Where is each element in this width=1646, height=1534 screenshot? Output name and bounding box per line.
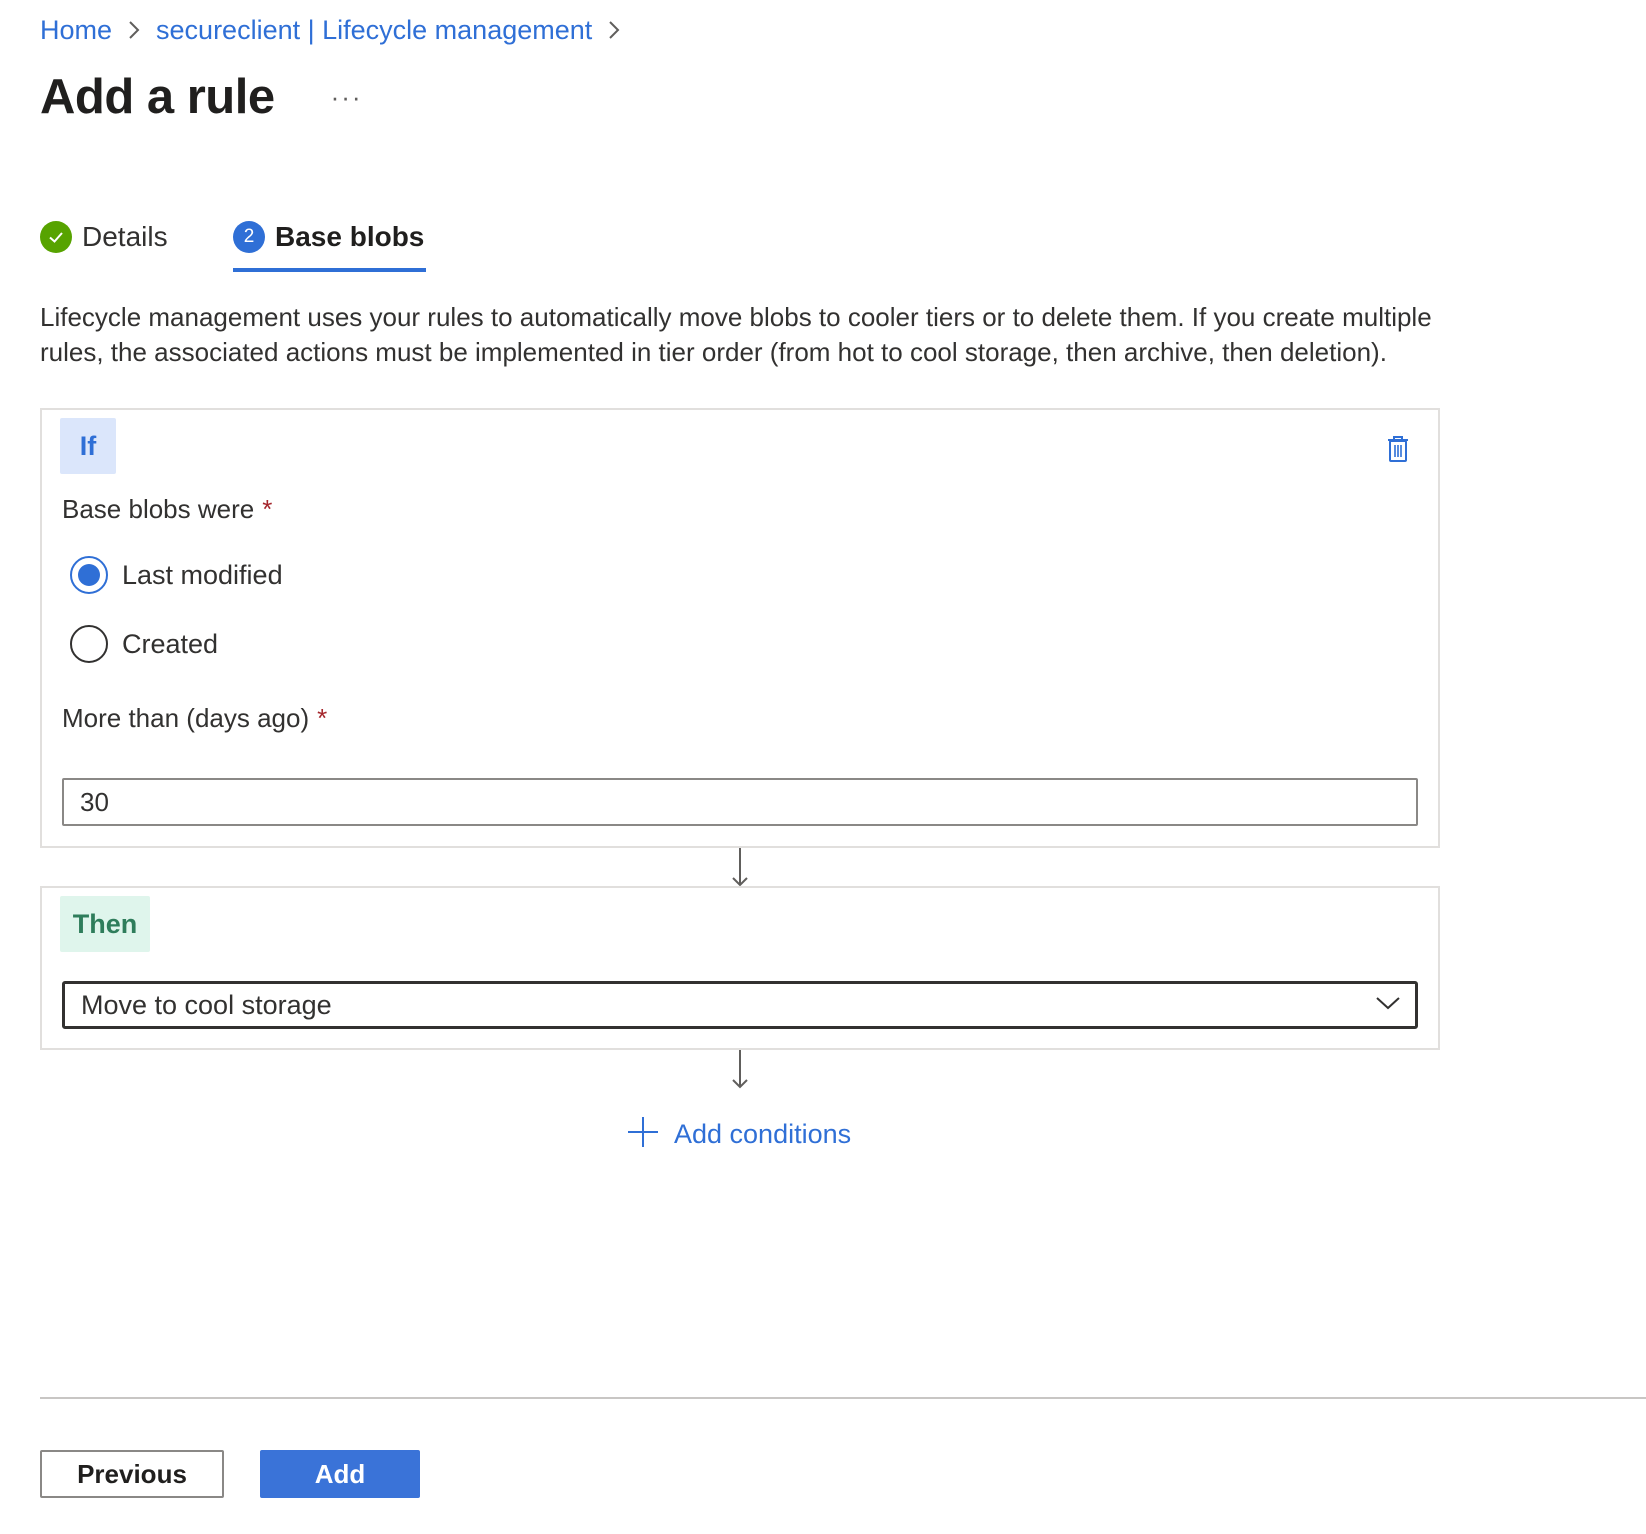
radio-button-checked[interactable] — [70, 556, 108, 594]
step-number-badge: 2 — [233, 221, 265, 253]
description-text: Lifecycle management uses your rules to … — [40, 302, 1432, 367]
radio-last-modified[interactable]: Last modified — [70, 556, 283, 594]
chevron-right-icon — [592, 12, 636, 48]
wizard-tabs: Details 2 Base blobs — [40, 206, 427, 272]
radio-button-unchecked[interactable] — [70, 625, 108, 663]
add-conditions-label: Add conditions — [674, 1118, 852, 1149]
breadcrumb-lifecycle-link[interactable]: secureclient | Lifecycle management — [156, 15, 592, 46]
if-condition-card: If Base blobs were * Last modified Create… — [40, 408, 1440, 848]
breadcrumb: Home secureclient | Lifecycle management — [40, 12, 636, 48]
action-dropdown-value: Move to cool storage — [81, 989, 332, 1020]
radio-created[interactable]: Created — [70, 625, 218, 663]
chevron-right-icon — [112, 12, 156, 48]
checkmark-icon — [40, 221, 72, 253]
days-ago-label: More than (days ago) * — [62, 703, 327, 734]
radio-created-label: Created — [122, 628, 219, 659]
required-marker: * — [262, 494, 273, 524]
days-ago-input[interactable] — [62, 778, 1418, 826]
arrow-down-icon — [730, 848, 750, 888]
then-action-card: Then Move to cool storage — [40, 886, 1440, 1050]
chevron-down-icon — [1375, 995, 1401, 1016]
then-pill: Then — [60, 896, 150, 952]
title-row: Add a rule ··· — [40, 62, 369, 132]
page-title: Add a rule — [40, 70, 275, 124]
required-marker: * — [317, 703, 328, 733]
if-pill: If — [60, 418, 116, 474]
tab-details[interactable]: Details — [40, 206, 213, 268]
tab-details-label: Details — [82, 221, 168, 252]
breadcrumb-home-link[interactable]: Home — [40, 15, 112, 46]
add-button[interactable]: Add — [260, 1450, 420, 1498]
previous-button[interactable]: Previous — [40, 1450, 224, 1498]
days-ago-label-text: More than (days ago) — [62, 703, 310, 733]
add-conditions-button[interactable]: Add conditions — [626, 1114, 851, 1154]
trash-icon[interactable] — [1382, 432, 1414, 466]
action-dropdown[interactable]: Move to cool storage — [62, 981, 1418, 1029]
footer-divider — [40, 1397, 1646, 1399]
tab-base-blobs[interactable]: 2 Base blobs — [233, 206, 427, 272]
base-blobs-label-text: Base blobs were — [62, 494, 255, 524]
arrow-down-icon — [730, 1050, 750, 1090]
radio-last-modified-label: Last modified — [122, 559, 283, 590]
plus-icon — [626, 1115, 660, 1154]
base-blobs-label: Base blobs were * — [62, 494, 272, 525]
tab-base-blobs-label: Base blobs — [275, 221, 425, 252]
more-options-button[interactable]: ··· — [325, 82, 369, 113]
